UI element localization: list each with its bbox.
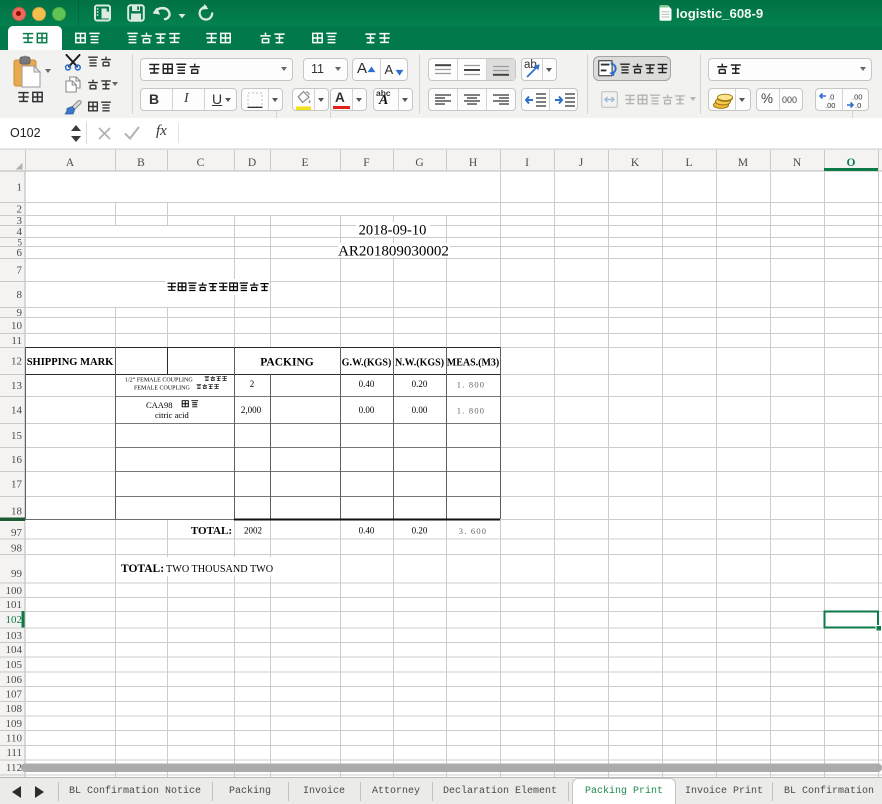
svg-text:CAA98: CAA98 [146, 400, 172, 410]
svg-text:112: 112 [6, 762, 22, 774]
svg-text:2: 2 [17, 204, 23, 216]
svg-text:97: 97 [11, 527, 23, 539]
svg-text:103: 103 [6, 630, 23, 642]
svg-text:K: K [631, 157, 640, 169]
svg-text:15: 15 [11, 430, 23, 442]
svg-text:1/2” FEMALE COUPLING: 1/2” FEMALE COUPLING [125, 378, 193, 384]
svg-text:0.00: 0.00 [359, 405, 375, 415]
svg-text:110: 110 [6, 733, 23, 745]
svg-text:E: E [301, 157, 308, 169]
svg-text:0.00: 0.00 [412, 405, 428, 415]
svg-text:0.40: 0.40 [359, 526, 375, 536]
svg-text:0.20: 0.20 [412, 379, 428, 389]
svg-text:B: B [137, 157, 145, 169]
svg-text:citric acid: citric acid [155, 410, 189, 420]
svg-text:109: 109 [6, 718, 23, 730]
svg-text:O: O [847, 157, 856, 169]
svg-text:6: 6 [17, 247, 23, 259]
svg-text:108: 108 [6, 703, 23, 715]
svg-text:99: 99 [11, 568, 23, 580]
svg-text:2,000: 2,000 [241, 405, 262, 415]
svg-text:1. 800: 1. 800 [457, 406, 485, 416]
svg-text:105: 105 [6, 659, 23, 671]
svg-text:FEMALE COUPLING: FEMALE COUPLING [134, 386, 191, 392]
svg-text:N: N [793, 157, 802, 169]
svg-text:.00: .00 [825, 101, 835, 109]
svg-text:M: M [738, 157, 748, 169]
svg-text:2002: 2002 [244, 526, 262, 536]
svg-text:2: 2 [250, 379, 255, 389]
svg-text:I: I [525, 157, 529, 169]
svg-text:5: 5 [18, 238, 23, 248]
svg-text:C: C [197, 157, 205, 169]
svg-text:100: 100 [6, 585, 23, 597]
svg-text:8: 8 [17, 289, 23, 301]
svg-text:0.20: 0.20 [412, 526, 428, 536]
svg-text:0.40: 0.40 [359, 379, 375, 389]
svg-text:14: 14 [11, 405, 23, 417]
svg-text:D: D [248, 157, 256, 169]
svg-text:107: 107 [6, 689, 23, 701]
svg-text:MEAS.(M3): MEAS.(M3) [447, 358, 500, 369]
svg-text:G.W.(KGS): G.W.(KGS) [342, 358, 392, 369]
svg-text:TWO THOUSAND TWO: TWO THOUSAND TWO [166, 564, 273, 575]
svg-text:3. 600: 3. 600 [459, 526, 487, 536]
svg-text:G: G [415, 157, 423, 169]
svg-text:12: 12 [11, 356, 22, 368]
svg-text:PACKING: PACKING [260, 357, 314, 369]
svg-text:10: 10 [11, 320, 23, 332]
svg-text:4: 4 [17, 226, 23, 238]
svg-text:18: 18 [11, 506, 23, 518]
svg-text:101: 101 [6, 599, 23, 611]
svg-text:SHIPPING MARK: SHIPPING MARK [27, 357, 114, 368]
svg-text:AR201809030002: AR201809030002 [338, 244, 449, 260]
svg-text:13: 13 [11, 380, 23, 392]
svg-text:16: 16 [11, 454, 23, 466]
svg-text:F: F [363, 157, 369, 169]
svg-text:N.W.(KGS): N.W.(KGS) [395, 358, 444, 369]
svg-text:98: 98 [11, 543, 23, 555]
svg-text:102: 102 [6, 614, 23, 626]
svg-text:1: 1 [17, 182, 23, 194]
svg-text:.0: .0 [855, 101, 861, 109]
svg-text:104: 104 [6, 644, 23, 656]
svg-text:H: H [469, 157, 477, 169]
svg-text:J: J [579, 157, 584, 169]
svg-text:111: 111 [6, 747, 22, 759]
svg-text:L: L [685, 157, 692, 169]
svg-text:TOTAL:: TOTAL: [191, 525, 232, 537]
svg-text:9: 9 [17, 307, 23, 319]
svg-text:11: 11 [11, 335, 22, 347]
svg-text:TOTAL:: TOTAL: [121, 563, 164, 575]
svg-text:106: 106 [6, 674, 23, 686]
svg-text:17: 17 [11, 479, 23, 491]
svg-text:7: 7 [17, 265, 23, 277]
svg-text:2018-09-10: 2018-09-10 [359, 223, 427, 239]
svg-text:A: A [66, 157, 75, 169]
svg-text:1. 800: 1. 800 [457, 380, 485, 390]
